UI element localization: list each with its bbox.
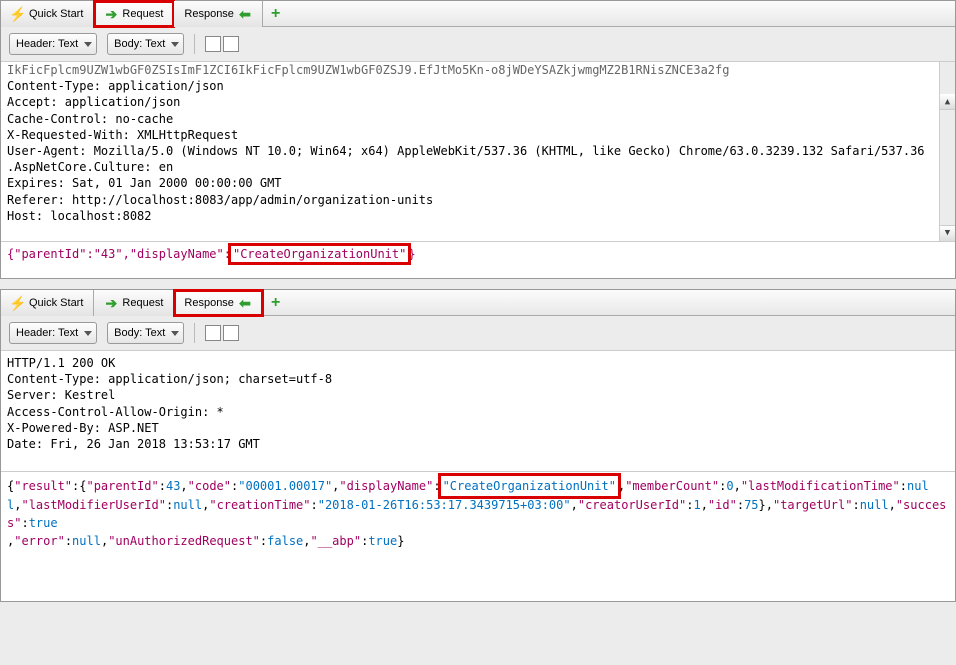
request-panel: ⚡ Quick Start ➔ Request Response ⬅ + Hea… — [0, 0, 956, 279]
tab-request[interactable]: ➔ Request — [94, 1, 174, 27]
tab-response[interactable]: Response ⬅ — [174, 1, 263, 27]
request-headers-truncated: IkFicFplcm9UZW1wbGF0ZSIsImF1ZCI6IkFicFpl… — [7, 63, 729, 77]
panel-gap — [0, 279, 956, 289]
header-view-label: Header: Text — [16, 38, 78, 50]
header-view-dropdown[interactable]: Header: Text — [9, 33, 97, 55]
vertical-scrollbar[interactable]: ▲ ▼ — [939, 62, 955, 241]
response-panel: ⚡ Quick Start ➔ Request Response ⬅ + Hea… — [0, 289, 956, 602]
plus-icon: + — [263, 294, 288, 311]
tab-response-label: Response — [184, 8, 234, 20]
add-tab-button[interactable]: + — [263, 295, 288, 311]
caret-down-icon — [171, 42, 179, 47]
request-tabbar: ⚡ Quick Start ➔ Request Response ⬅ + — [1, 1, 955, 27]
lightning-icon: ⚡ — [11, 7, 25, 21]
toolbar-separator — [194, 323, 195, 343]
request-body-prefix: {"parentId":"43","displayName": — [7, 247, 231, 261]
response-body-pane[interactable]: {"result":{"parentId":43,"code":"00001.0… — [1, 471, 955, 601]
tab-quickstart-label: Quick Start — [29, 8, 83, 20]
arrow-right-icon: ➔ — [104, 296, 118, 310]
layout-button-1[interactable] — [205, 36, 221, 52]
caret-down-icon — [84, 331, 92, 336]
layout-buttons — [205, 325, 239, 341]
tab-quickstart[interactable]: ⚡ Quick Start — [1, 290, 94, 316]
layout-button-1[interactable] — [205, 325, 221, 341]
arrow-left-icon: ⬅ — [238, 296, 252, 310]
arrow-left-icon: ⬅ — [238, 7, 252, 21]
tab-request-label: Request — [122, 297, 163, 309]
tab-quickstart-label: Quick Start — [29, 297, 83, 309]
response-toolbar: Header: Text Body: Text — [1, 316, 955, 351]
tab-response-label: Response — [184, 297, 234, 309]
response-headers-pane[interactable]: HTTP/1.1 200 OK Content-Type: applicatio… — [1, 351, 955, 471]
request-body-highlight: "CreateOrganizationUnit" — [231, 246, 408, 262]
body-view-label: Body: Text — [114, 38, 165, 50]
request-headers-text: Content-Type: application/json Accept: a… — [7, 79, 925, 223]
tab-quickstart[interactable]: ⚡ Quick Start — [1, 1, 94, 27]
response-tabbar: ⚡ Quick Start ➔ Request Response ⬅ + — [1, 290, 955, 316]
header-view-dropdown[interactable]: Header: Text — [9, 322, 97, 344]
request-toolbar: Header: Text Body: Text — [1, 27, 955, 62]
tab-response[interactable]: Response ⬅ — [174, 290, 263, 316]
add-tab-button[interactable]: + — [263, 6, 288, 22]
tab-request-label: Request — [122, 8, 163, 20]
toolbar-separator — [194, 34, 195, 54]
header-view-label: Header: Text — [16, 327, 78, 339]
caret-down-icon — [171, 331, 179, 336]
plus-icon: + — [263, 5, 288, 22]
request-body-suffix: } — [408, 247, 415, 261]
scroll-up-icon[interactable]: ▲ — [940, 94, 955, 110]
request-headers-pane[interactable]: IkFicFplcm9UZW1wbGF0ZSIsImF1ZCI6IkFicFpl… — [1, 62, 955, 242]
layout-buttons — [205, 36, 239, 52]
body-view-dropdown[interactable]: Body: Text — [107, 33, 184, 55]
arrow-right-icon: ➔ — [104, 7, 118, 21]
response-headers-text: HTTP/1.1 200 OK Content-Type: applicatio… — [7, 356, 332, 451]
tab-request[interactable]: ➔ Request — [94, 290, 174, 316]
layout-button-2[interactable] — [223, 36, 239, 52]
request-body-pane[interactable]: {"parentId":"43","displayName":"CreateOr… — [1, 242, 955, 278]
body-view-label: Body: Text — [114, 327, 165, 339]
layout-button-2[interactable] — [223, 325, 239, 341]
scroll-down-icon[interactable]: ▼ — [940, 225, 955, 241]
body-view-dropdown[interactable]: Body: Text — [107, 322, 184, 344]
caret-down-icon — [84, 42, 92, 47]
lightning-icon: ⚡ — [11, 296, 25, 310]
